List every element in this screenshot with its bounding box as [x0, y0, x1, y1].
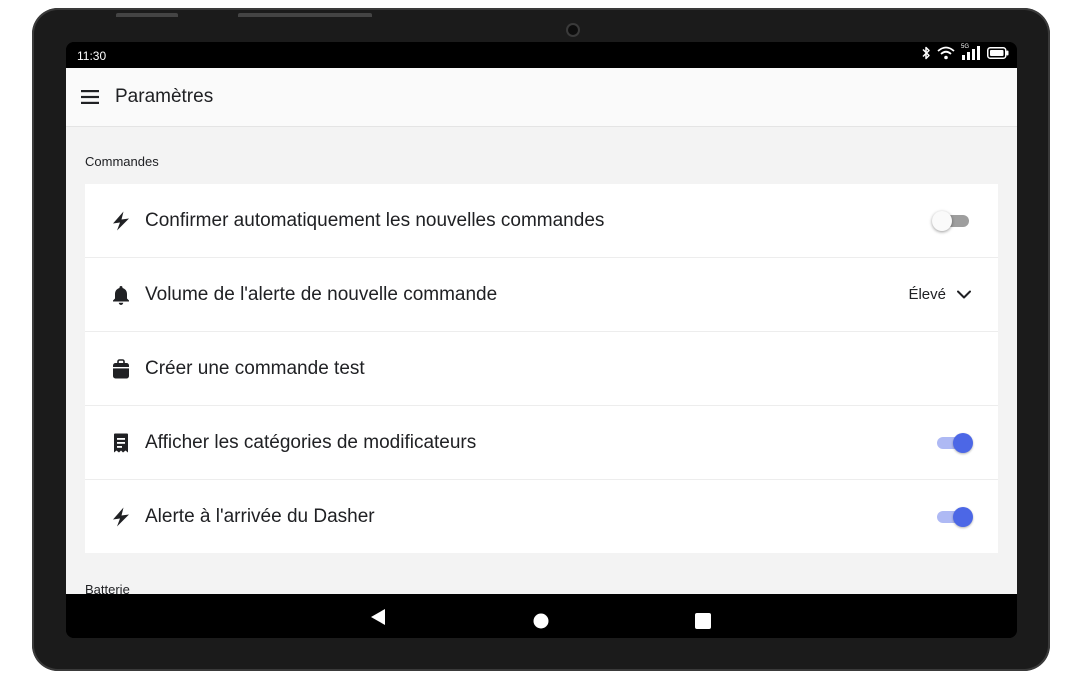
setting-label: Volume de l'alerte de nouvelle commande: [145, 284, 498, 305]
bag-icon: [113, 359, 129, 379]
dasher-arrival-toggle[interactable]: [935, 507, 973, 527]
page-title: Paramètres: [115, 86, 214, 107]
auto-confirm-toggle[interactable]: [932, 211, 971, 231]
bell-icon: [113, 286, 129, 305]
navigation-bar: [66, 594, 1017, 638]
setting-label: Confirmer automatiquement les nouvelles …: [145, 210, 605, 231]
power-button: [238, 13, 372, 17]
battery-icon: [987, 47, 1009, 59]
modifier-categories-toggle[interactable]: [935, 433, 973, 453]
setting-alert-volume[interactable]: Volume de l'alerte de nouvelle commande …: [85, 258, 998, 332]
front-camera: [568, 25, 578, 35]
setting-label: Afficher les catégories de modificateurs: [145, 432, 477, 453]
volume-button: [116, 13, 178, 17]
status-icons: 5G: [921, 44, 1009, 60]
alert-volume-value: Élevé: [908, 286, 946, 303]
status-time: 11:30: [77, 49, 107, 63]
alert-volume-select[interactable]: Élevé: [908, 286, 971, 303]
receipt-icon: [114, 433, 128, 453]
setting-dasher-arrival-alert[interactable]: Alerte à l'arrivée du Dasher: [85, 480, 998, 553]
settings-card-commandes: Confirmer automatiquement les nouvelles …: [85, 184, 998, 553]
wifi-icon: [937, 46, 955, 60]
setting-auto-confirm[interactable]: Confirmer automatiquement les nouvelles …: [85, 184, 998, 258]
status-bar: 11:30 5G: [66, 42, 1017, 68]
setting-label: Alerte à l'arrivée du Dasher: [145, 506, 375, 527]
setting-label: Créer une commande test: [145, 358, 365, 379]
recents-icon[interactable]: [695, 613, 711, 629]
app-bar: Paramètres: [66, 68, 1017, 127]
menu-icon[interactable]: [80, 90, 100, 104]
signal-icon: 5G: [961, 44, 981, 60]
lightning-icon: [113, 507, 129, 527]
bluetooth-icon: [922, 46, 930, 60]
setting-show-modifier-categories[interactable]: Afficher les catégories de modificateurs: [85, 406, 998, 480]
setting-create-test-order[interactable]: Créer une commande test: [85, 332, 998, 406]
lightning-icon: [113, 211, 129, 231]
settings-content[interactable]: Commandes Confirmer automatiquement les …: [66, 127, 1017, 594]
section-label-batterie: Batterie: [85, 582, 130, 594]
chevron-down-icon: [957, 290, 971, 299]
section-label-commandes: Commandes: [85, 154, 159, 169]
tablet-screen: 11:30 5G Paramètres Commandes Confirmer …: [66, 42, 1017, 638]
back-icon[interactable]: [370, 608, 386, 626]
home-icon[interactable]: [533, 613, 549, 629]
